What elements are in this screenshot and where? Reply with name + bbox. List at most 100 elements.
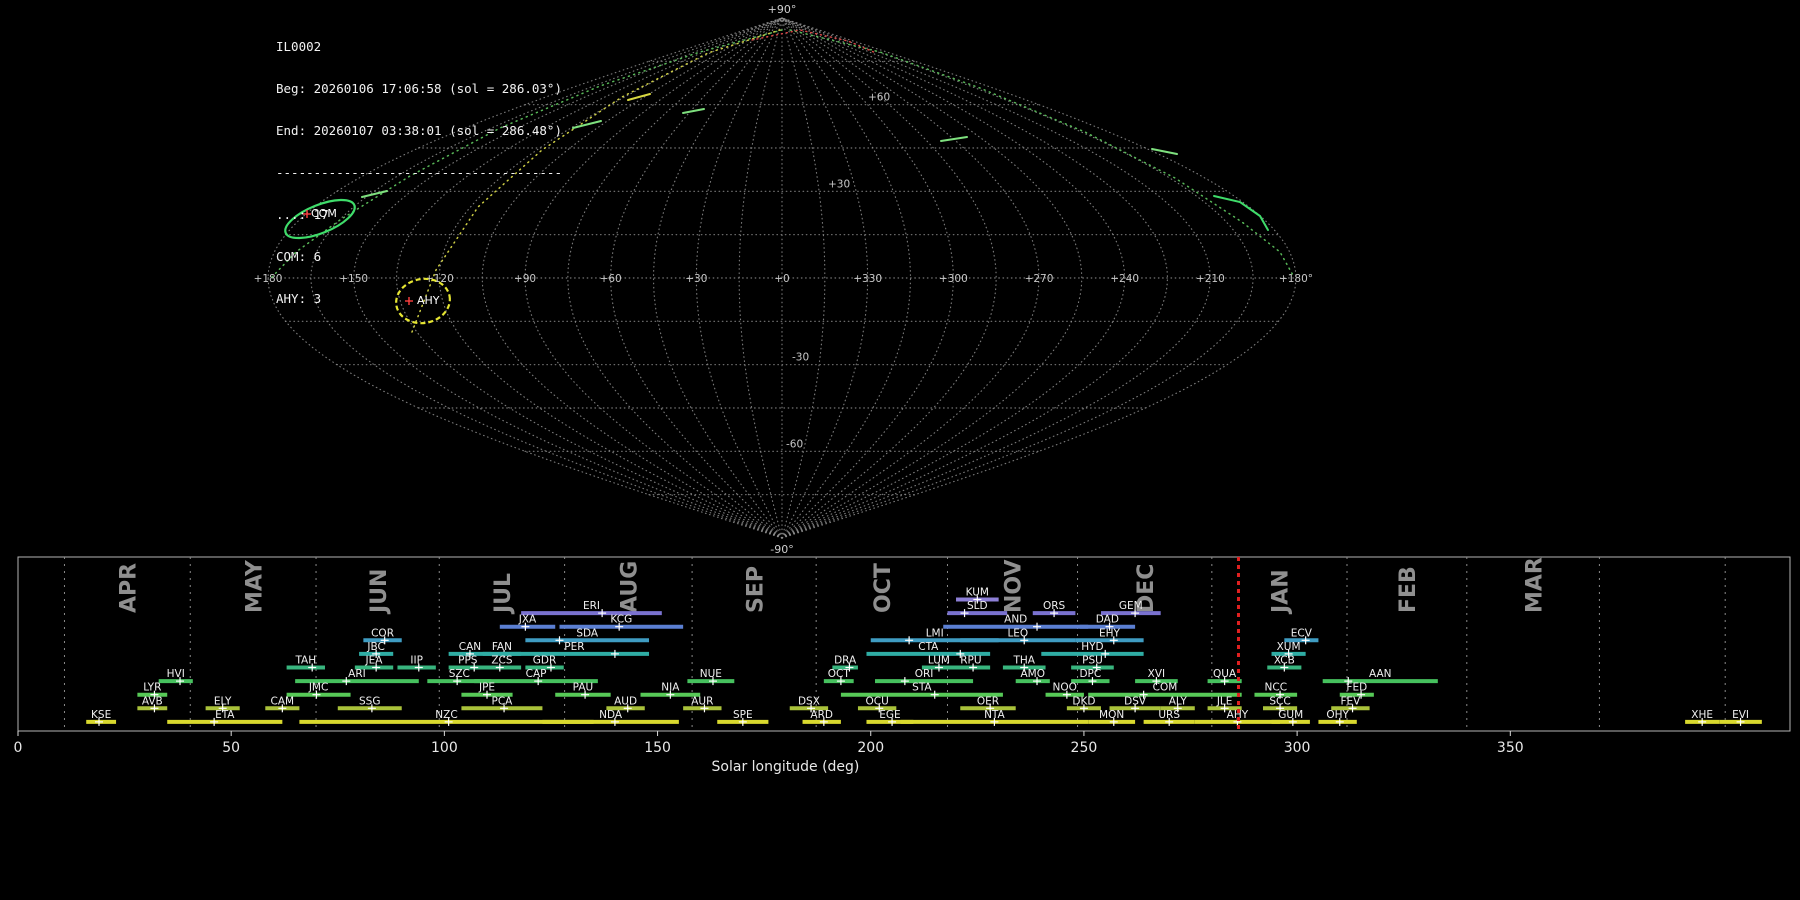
lon-label: +300 [939,273,968,285]
month-label: MAR [1522,557,1547,613]
lon-label: +180° [1279,273,1313,285]
session-id: IL0002 [276,39,322,54]
shower-label: URS [1158,709,1180,721]
month-label: OCT [871,563,896,613]
shower-label: SZC [449,668,470,680]
lon-label: +330 [853,273,882,285]
shower-label: COR [371,627,394,639]
month-label: MAY [242,559,267,613]
shower-label: ETA [215,709,235,721]
x-tick-label: 50 [222,740,240,756]
pole-label-north: +90° [768,3,797,16]
meteor-radiant-screen: IL0002 Beg: 20260106 17:06:58 (sol = 286… [0,0,1800,900]
shower-label: SSG [359,695,380,707]
lon-label: +270 [1025,273,1054,285]
x-tick-label: 0 [14,740,23,756]
shower-label: DKD [1072,695,1095,707]
lat-label: -60 [786,438,803,450]
shower-label: NDA [599,709,623,721]
shower-label: SLD [967,600,988,612]
right-green-arc [1213,195,1269,231]
shower-label: ALY [1169,695,1188,707]
shower-label: AUR [691,695,713,707]
x-tick-label: 350 [1497,740,1524,756]
shower-label: ARI [348,668,366,680]
shower-label: ORS [1043,600,1066,612]
meteor-trail [940,136,968,142]
shower-label: JPE [478,682,495,694]
session-end: End: 20260107 03:38:01 (sol = 286.48°) [276,123,562,138]
shower-label: HYD [1081,641,1103,653]
shower-label: QUA [1213,668,1237,680]
shower-label: XCB [1274,655,1295,667]
shower-label: OHY [1326,709,1349,721]
shower-label: XUM [1277,641,1301,653]
count-ahy: AHY: 3 [276,291,322,306]
shower-label: DAD [1096,614,1119,626]
shower-label: AMO [1021,668,1046,680]
shower-label: PCA [492,695,514,707]
lat-label: -30 [792,352,809,364]
shower-label: ERI [583,600,600,612]
separator-line: -------------------------------------- [276,165,562,180]
session-info: IL0002 Beg: 20260106 17:06:58 (sol = 286… [276,12,562,334]
shower-label: EHY [1099,627,1121,639]
shower-label: JXA [518,614,537,626]
month-label: JUL [491,573,516,615]
shower-label: THA [1012,655,1035,667]
shower-label: CAM [271,695,295,707]
shower-label: NCC [1265,682,1288,694]
shower-label: KUM [966,587,989,599]
x-tick-label: 150 [644,740,671,756]
shower-label: NUE [700,668,722,680]
month-label: FEB [1396,566,1421,613]
shower-label: KSE [91,709,111,721]
shower-label: LYR [143,682,161,694]
shower-label: JMC [308,682,329,694]
shower-label: COM [1153,682,1178,694]
lon-label: +0 [774,273,789,285]
meteor-trail [682,108,705,114]
meteor-trail [627,93,651,101]
shower-label: CAP [526,668,547,680]
shower-label: AVB [142,695,163,707]
shower-label: FED [1346,682,1367,694]
shower-label: OER [977,695,999,707]
shower-label: HVI [167,668,185,680]
shower-label: PSU [1082,655,1103,667]
x-tick-label: 300 [1284,740,1311,756]
x-axis-label: Solar longitude (deg) [712,759,860,775]
shower-label: DRA [834,655,857,667]
shower-label: LUM [928,655,950,667]
shower-label: CAN [459,641,481,653]
shower-label: JEA [365,655,384,667]
month-label: SEP [743,566,768,613]
shower-label: XVI [1148,668,1165,680]
lon-label: +30 [685,273,707,285]
x-tick-label: 250 [1071,740,1098,756]
lon-label: +60 [600,273,622,285]
shower-label: NTA [984,709,1005,721]
shower-label: LMI [926,627,944,639]
shower-label: SPE [733,709,753,721]
shower-label: JLE [1216,695,1233,707]
shower-label: PAU [573,682,594,694]
shower-label: AUD [614,695,637,707]
shower-label: CTA [918,641,939,653]
shower-label: EGE [879,709,900,721]
lat-label: +30 [828,178,850,190]
session-begin: Beg: 20260106 17:06:58 (sol = 286.03°) [276,81,562,96]
count-com: COM: 6 [276,249,322,264]
shower-label: TAH [294,655,316,667]
shower-label: DSV [1124,695,1147,707]
month-label: NOV [1002,559,1027,613]
shower-label: DSX [798,695,820,707]
x-tick-label: 100 [431,740,458,756]
month-label: AUG [618,561,643,613]
shower-label: FAN [492,641,512,653]
shower-label: MON [1099,709,1124,721]
lon-label: +210 [1196,273,1225,285]
shower-label: LEO [1007,627,1028,639]
sky-and-activity-plot: +90°-90°+180 +150 +120 +90 +60 +30 +0 +330 +300 +… [14,3,1791,775]
shower-label: IIP [410,655,423,667]
